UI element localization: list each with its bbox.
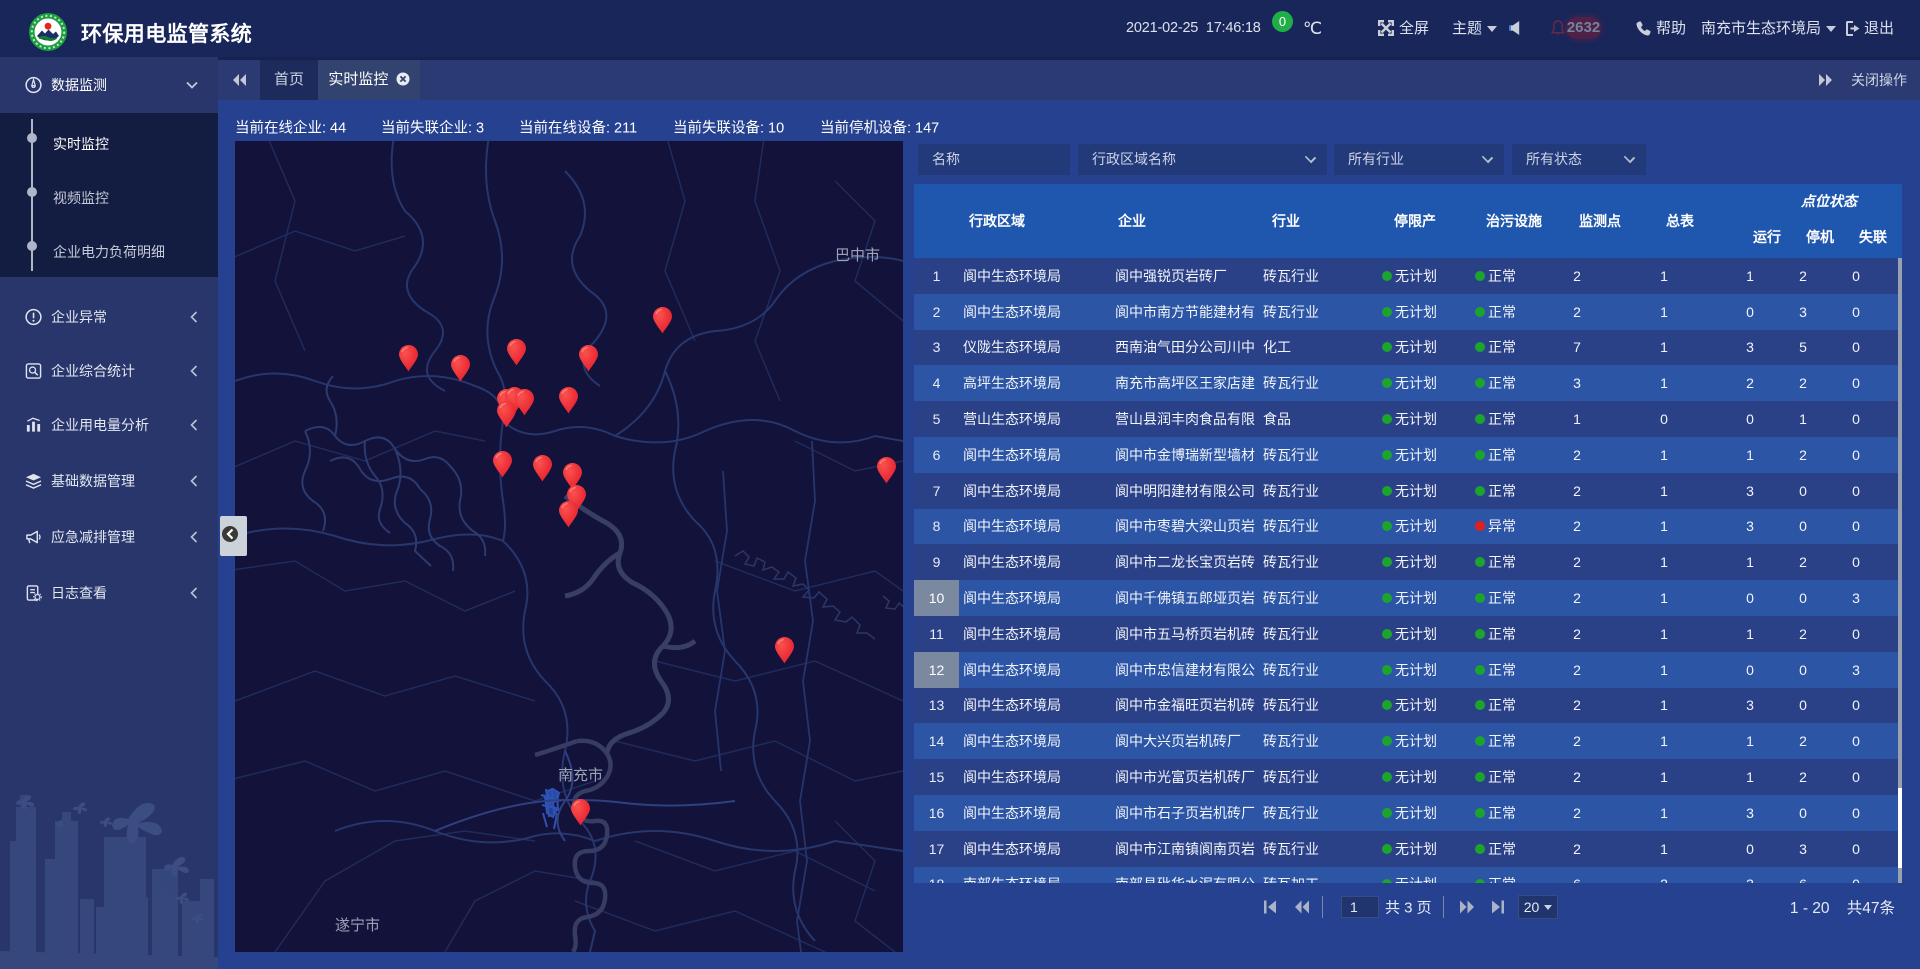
svg-text:南充市: 南充市 [558,767,603,784]
svg-text:巴中市: 巴中市 [835,247,880,264]
